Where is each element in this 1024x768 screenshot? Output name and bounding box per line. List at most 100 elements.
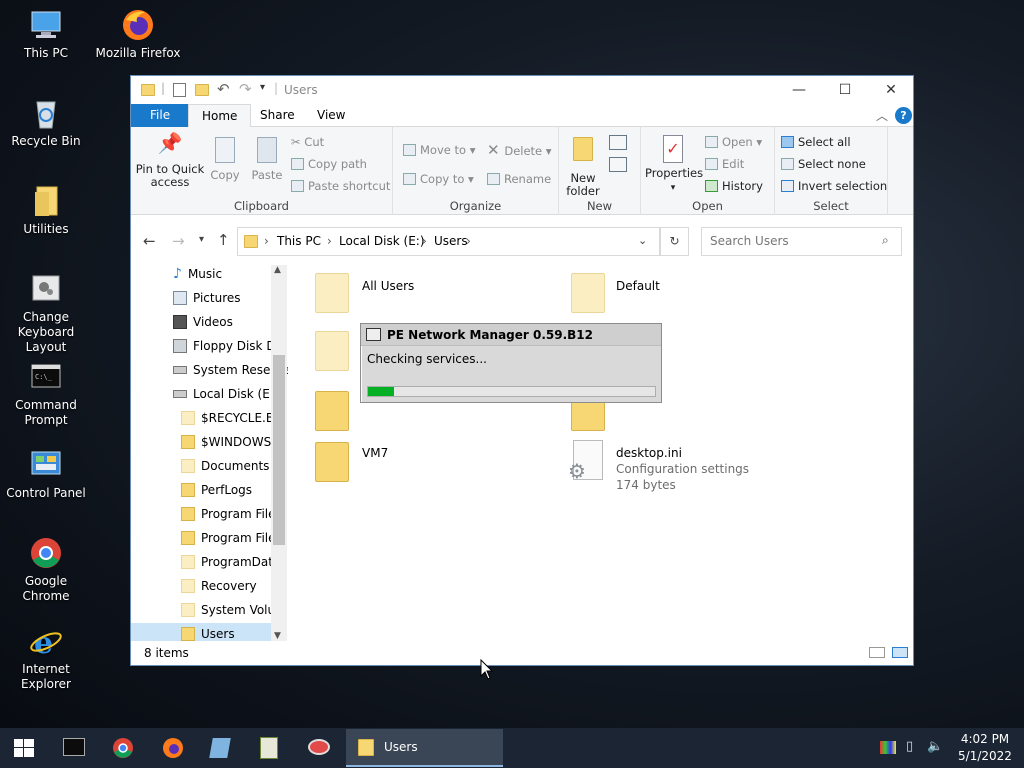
desktop-icon-command-prompt[interactable]: C:\_ Command Prompt [0,360,92,428]
redo-icon[interactable]: ↷ [239,80,252,98]
paste-shortcut-icon [291,180,304,192]
file-item-vm7[interactable]: VM7 [311,438,511,484]
nav-item-system-volume[interactable]: System Volun [181,599,283,621]
properties-qa-icon[interactable] [173,83,186,97]
select-all-button[interactable]: Select all [781,135,851,149]
customize-qa-dropdown-icon[interactable]: ▾ [260,82,265,93]
recent-locations-icon[interactable]: ▾ [199,234,204,245]
new-folder-button[interactable]: New folder [563,137,603,198]
copy-path-button[interactable]: Copy path [291,157,367,171]
invert-selection-button[interactable]: Invert selection [781,179,887,193]
maximize-button[interactable]: ☐ [822,76,868,104]
nav-item-local-disk[interactable]: Local Disk (E:) [173,383,279,405]
scroll-down-icon[interactable]: ▼ [274,631,281,641]
delete-button[interactable]: ✕ Delete ▾ [487,143,552,159]
new-item-icon[interactable] [609,135,627,150]
clock[interactable]: 4:02 PM 5/1/2022 [952,731,1018,765]
taskbar-cmd[interactable] [52,728,98,768]
taskbar-chrome[interactable] [100,728,146,768]
desktop-icon-utilities[interactable]: Utilities [0,184,92,237]
minimize-button[interactable]: — [776,76,822,104]
nav-item-program-files-x86[interactable]: Program Files [181,527,282,549]
nav-item-perflogs[interactable]: PerfLogs [181,479,252,501]
desktop-icon-internet-explorer[interactable]: e Internet Explorer [0,624,92,692]
file-item-desktop-ini[interactable]: ⚙ desktop.ini Configuration settings 174… [565,438,785,492]
move-to-button[interactable]: Move to ▾ [403,143,475,157]
desktop-icon-firefox[interactable]: Mozilla Firefox [92,8,184,61]
taskbar-app-notes[interactable] [246,728,292,768]
close-button[interactable]: ✕ [868,76,914,104]
desktop-icon-keyboard-layout[interactable]: Change Keyboard Layout [0,272,92,355]
scissors-icon: ✂ [291,135,305,149]
tab-view[interactable]: View [304,104,358,127]
start-button[interactable] [0,728,46,768]
folder-icon[interactable] [315,331,349,371]
up-icon[interactable]: ↑ [217,231,230,249]
nav-item-floppy[interactable]: Floppy Disk Dri [173,335,284,357]
nav-item-programdata[interactable]: ProgramData [181,551,280,573]
help-icon[interactable]: ? [895,107,912,124]
cut-button[interactable]: ✂ Cut [291,135,324,149]
chevron-right-icon: › [466,234,471,248]
breadcrumb-this-pc[interactable]: This PC [277,234,321,248]
properties-button[interactable]: ✓ Properties ▾ [645,135,703,195]
display-tray-icon[interactable] [880,741,896,754]
taskbar-app-blue[interactable] [198,728,244,768]
usb-tray-icon[interactable]: ▯ [906,739,913,754]
folder-icon [571,273,605,313]
copy-to-button[interactable]: Copy to ▾ [403,172,474,186]
taskbar-firefox[interactable] [150,728,196,768]
new-folder-qa-icon[interactable] [195,84,209,96]
edit-button[interactable]: Edit [705,157,744,171]
taskbar-users-explorer[interactable]: Users [346,729,503,767]
address-bar[interactable]: › This PC › Local Disk (E:) › Users › ⌄ [237,227,660,256]
file-item-all-users[interactable]: All Users [311,271,511,315]
desktop-icon-this-pc[interactable]: This PC [0,8,92,61]
select-none-button[interactable]: Select none [781,157,866,171]
taskbar-app-tool[interactable] [296,728,342,768]
search-box[interactable]: Search Users ⌕ [701,227,902,256]
refresh-button[interactable]: ↻ [660,227,689,256]
tab-home[interactable]: Home [188,104,252,128]
forward-icon[interactable]: → [172,232,185,250]
collapse-ribbon-icon[interactable]: ︿ [876,107,888,124]
cmd-icon: C:\_ [29,360,63,394]
nav-item-pictures[interactable]: Pictures [173,287,241,309]
large-icons-view-icon[interactable] [892,647,908,658]
desktop-icon-label: This PC [24,46,68,60]
history-button[interactable]: History [705,179,763,193]
breadcrumb-local-disk[interactable]: Local Disk (E:) [339,234,425,248]
desktop-icon-control-panel[interactable]: Control Panel [0,448,92,501]
nav-item-program-files[interactable]: Program Files [181,503,282,525]
nav-item-music[interactable]: ♪ Music [173,263,222,285]
nav-item-videos[interactable]: Videos [173,311,233,333]
undo-icon[interactable]: ↶ [217,80,230,98]
easy-access-icon[interactable] [609,157,627,172]
nav-item-windows-folder[interactable]: $WINDOWS.~ [181,431,285,453]
pin-icon: 📌 [157,131,183,155]
tab-file[interactable]: File [131,104,190,127]
nav-scrollbar[interactable]: ▲ ▼ [271,265,287,645]
copy-button[interactable]: Copy [205,137,245,182]
address-dropdown-icon[interactable]: ⌄ [638,234,647,247]
paste-button[interactable]: Paste [247,137,287,182]
paste-shortcut-button[interactable]: Paste shortcut [291,179,390,193]
rename-button[interactable]: Rename [487,172,551,186]
tab-share[interactable]: Share [247,104,308,127]
file-item-default[interactable]: Default [567,271,767,315]
scroll-thumb[interactable] [273,355,285,545]
folder-icon[interactable] [315,391,349,431]
volume-muted-icon[interactable]: 🔈 [927,739,943,754]
search-input[interactable]: Search Users [710,234,789,248]
breadcrumb-users[interactable]: Users [434,234,468,248]
desktop-icon-recycle-bin[interactable]: Recycle Bin [0,96,92,149]
back-icon[interactable]: ← [143,232,156,250]
nav-item-recovery[interactable]: Recovery [181,575,257,597]
pictures-icon [173,291,187,305]
open-button[interactable]: Open ▾ [705,135,762,149]
details-view-icon[interactable] [869,647,885,658]
desktop-icon-chrome[interactable]: Google Chrome [0,536,92,604]
nav-item-documents[interactable]: Documents a [181,455,281,477]
scroll-up-icon[interactable]: ▲ [274,265,281,275]
pin-quick-access-button[interactable]: 📌 Pin to Quick access [135,131,205,189]
